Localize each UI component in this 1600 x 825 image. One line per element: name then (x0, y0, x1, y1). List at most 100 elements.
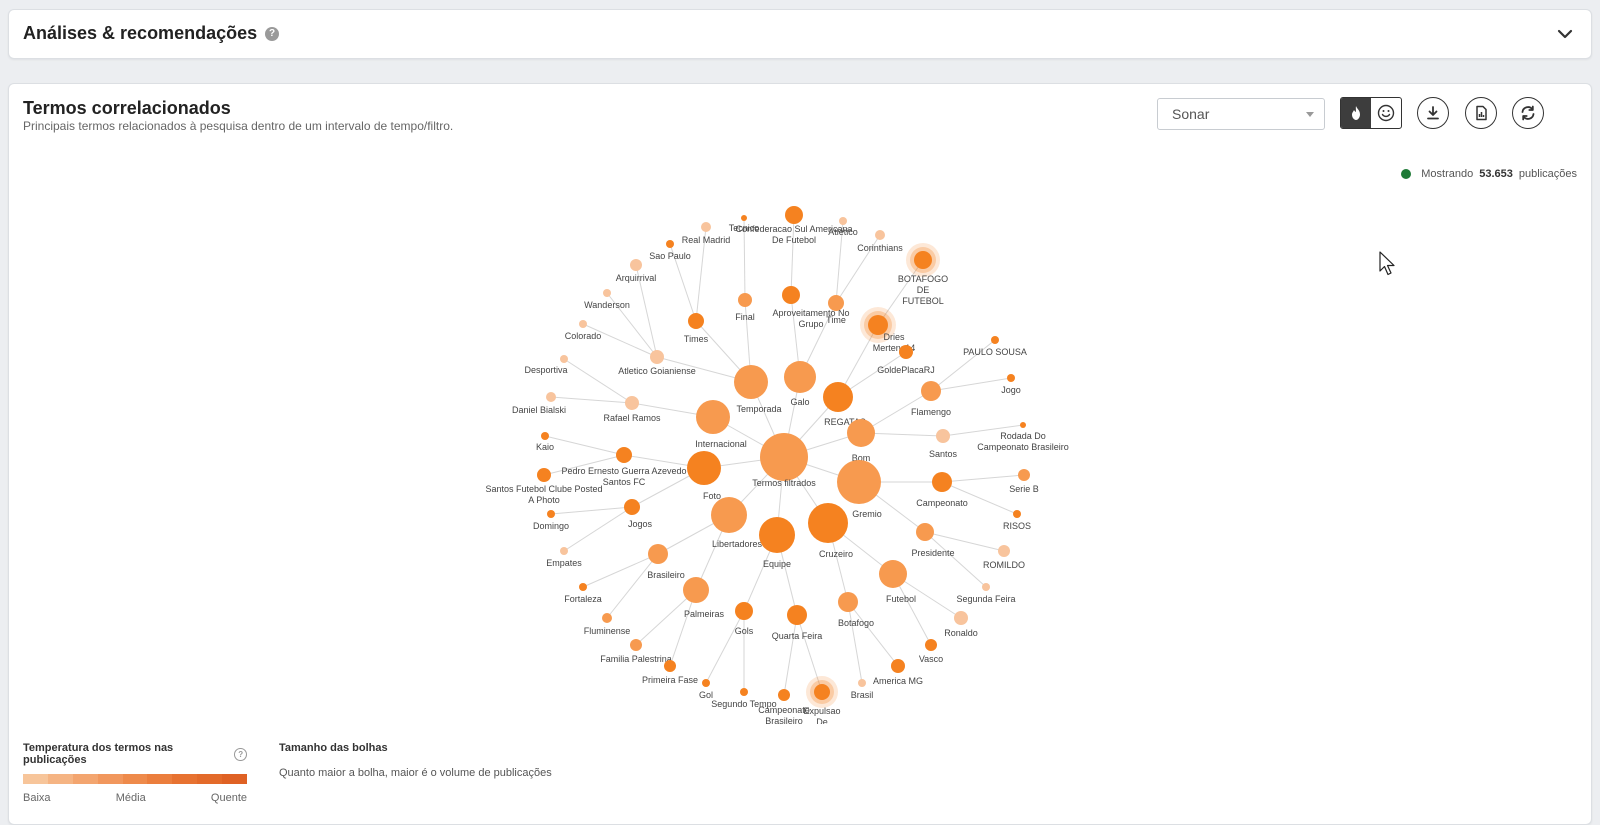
bubble-label-line: Campeonato Brasileiro (977, 442, 1069, 452)
bubble-label: Botafogo (838, 618, 874, 628)
bubble-node[interactable]: Ronaldo (944, 611, 978, 638)
bubble-label: Santos Futebol Clube Posted A Photo (485, 484, 602, 505)
chevron-down-icon[interactable] (1553, 22, 1577, 46)
bubble-node[interactable]: Atletico Goianiense (618, 350, 696, 376)
bubble (808, 503, 848, 543)
bubble-node[interactable]: Corinthians (857, 230, 903, 253)
bubble-node[interactable]: Colorado (565, 320, 602, 341)
bubble-node[interactable]: Gol (699, 679, 713, 700)
bubble-node[interactable]: Times (684, 313, 709, 344)
bubble-node[interactable]: Jogo (1001, 374, 1021, 395)
bubble-label-line: ROMILDO (983, 560, 1025, 570)
bubble-label: Brasil (851, 690, 874, 700)
bubble-label: Empates (546, 558, 582, 568)
bubble-label: Equipe (763, 559, 791, 569)
bubble-node[interactable]: Termos filtrados (752, 433, 816, 488)
bubble-node[interactable]: Libertadores (711, 497, 763, 549)
temperature-legend-title: Temperatura dos termos nas publicações ? (23, 742, 247, 766)
bubble-node[interactable]: Familia Palestrina (600, 639, 672, 664)
bubble-node[interactable]: America MG (873, 659, 923, 686)
bubble-label-line: Corinthians (857, 243, 903, 253)
bubble-node[interactable]: Cruzeiro (808, 503, 853, 559)
bubble (711, 497, 747, 533)
size-legend-description: Quanto maior a bolha, maior é o volume d… (279, 767, 552, 779)
bubble-label-line: Libertadores (712, 539, 763, 549)
bubble-node[interactable]: PAULO SOUSA (963, 336, 1027, 357)
bubble-node[interactable]: Campeonato Brasileiro (758, 689, 810, 724)
bubble-node[interactable]: Presidente (911, 523, 955, 558)
bubble-node[interactable]: Expulsao De (803, 676, 841, 724)
bubble-node[interactable]: Temporada (734, 365, 782, 414)
bubble-label-line: Daniel Bialski (512, 405, 566, 415)
bubble-node[interactable]: Botafogo (838, 592, 874, 628)
bubble-node[interactable]: Gremio (837, 460, 882, 519)
bubble (932, 472, 952, 492)
bubble (741, 215, 747, 221)
bubble (1013, 510, 1021, 518)
bubble-node[interactable]: Palmeiras (683, 577, 725, 619)
bubble (546, 392, 556, 402)
bubble-node[interactable]: Santos (929, 429, 958, 459)
bubble-node[interactable]: Wanderson (584, 289, 630, 310)
help-icon[interactable]: ? (265, 26, 280, 41)
bubble-node[interactable]: Equipe (759, 517, 795, 569)
bubble (648, 544, 668, 564)
bubble-label: Primeira Fase (642, 675, 698, 685)
bubble-label-line: Primeira Fase (642, 675, 698, 685)
bubble-label-line: Futebol (886, 594, 916, 604)
bubble-node[interactable]: Rafael Ramos (603, 396, 661, 423)
bubble (650, 350, 664, 364)
bubble-node[interactable]: Futebol (879, 560, 916, 604)
bubble-node[interactable]: Empates (546, 547, 582, 568)
bubble-label: Campeonato (916, 498, 968, 508)
bubble (925, 639, 937, 651)
bubble-node[interactable]: Quarta Feira (772, 605, 823, 641)
bubble-node[interactable]: Serie B (1009, 469, 1039, 494)
bubble-node[interactable]: Brasileiro (647, 544, 685, 580)
temperature-gradient (23, 774, 248, 784)
bubble-node[interactable]: Tecnico (729, 215, 760, 233)
bubble-node[interactable]: Desportiva (524, 355, 568, 375)
bubble (616, 447, 632, 463)
bubble-node[interactable]: Bom (847, 419, 875, 463)
bubble-label-line: Temporada (736, 404, 781, 414)
bubble-node[interactable]: Gols (735, 602, 754, 636)
bubble-node[interactable]: Vasco (919, 639, 943, 664)
bubble-label-line: De Futebol (772, 235, 816, 245)
analises-title-text: Análises & recomendações (23, 23, 258, 43)
bubble-node[interactable]: BOTAFOGO DE FUTEBOL (898, 243, 948, 306)
bubble-node[interactable]: ROMILDO (983, 545, 1025, 570)
bubble-label-line: Wanderson (584, 300, 630, 310)
bubble-node[interactable]: Daniel Bialski (512, 392, 566, 415)
bubble-node[interactable]: Kaio (536, 432, 554, 452)
bubble-node[interactable]: Real Madrid (682, 222, 731, 245)
bubble-node[interactable]: Fluminense (584, 613, 631, 636)
bubble-node[interactable]: Segunda Feira (956, 583, 1016, 604)
bubble-label: Desportiva (524, 365, 567, 375)
bubble-node[interactable]: Final (735, 293, 755, 322)
bubble-node[interactable]: Arquirrival (616, 259, 657, 283)
bubble-node[interactable]: Fortaleza (564, 583, 602, 604)
bubble-node[interactable]: Atletico (828, 217, 858, 237)
bubble-label-line: Empates (546, 558, 582, 568)
bubble-label: Expulsao De (803, 706, 840, 724)
gradient-step (47, 774, 73, 784)
bubble-label-line: Jogo (1001, 385, 1021, 395)
bubble-node[interactable]: Galo (784, 361, 816, 407)
gradient-step (172, 774, 198, 784)
bubble (936, 429, 950, 443)
bubble-label: Wanderson (584, 300, 630, 310)
bubble (547, 510, 555, 518)
bubble-node[interactable]: Brasil (851, 679, 874, 700)
bubble (664, 660, 676, 672)
bubble-label: Jogos (628, 519, 653, 529)
bubble-node[interactable]: Pedro Ernesto Guerra Azevedo Santos FC (561, 447, 687, 487)
bubble-label-line: Brasileiro (647, 570, 685, 580)
bubble-node[interactable]: RISOS (1003, 510, 1031, 531)
bubble-label: Gols (735, 626, 754, 636)
bubble-node[interactable]: Foto (687, 451, 721, 501)
bubble-node[interactable]: Jogos (624, 499, 653, 529)
bubble-label-line: Ronaldo (944, 628, 978, 638)
help-icon[interactable]: ? (234, 747, 247, 761)
bubble-node[interactable]: Rodada Do Campeonato Brasileiro (977, 422, 1069, 452)
